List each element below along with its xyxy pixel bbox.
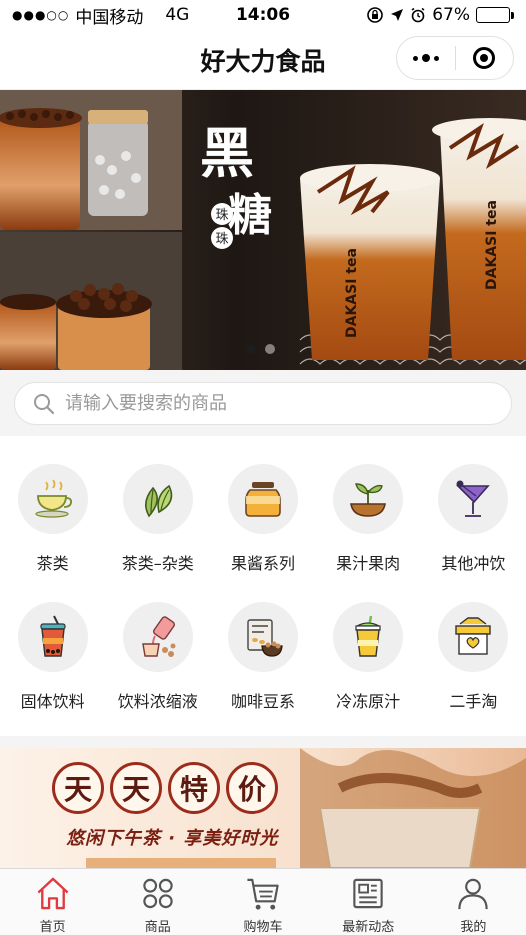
mini-program-capsule [396, 36, 514, 80]
banner-sub-char-1: 珠 [215, 208, 228, 223]
battery-percent: 67% [432, 5, 470, 25]
tab-products[interactable]: 商品 [105, 869, 210, 935]
syrup-pour-icon [141, 616, 176, 657]
signal-strength-icon: ●●●○○ [12, 8, 70, 22]
network-type: 4G [165, 5, 190, 25]
juice-cup-icon [355, 615, 381, 657]
category-second-hand[interactable]: 二手淘 [421, 602, 526, 712]
category-icon-circle [122, 464, 193, 534]
navigation-bar: 好大力食品 [0, 30, 526, 90]
category-coffee-beans[interactable]: 咖啡豆系 [210, 602, 315, 712]
alarm-icon [411, 7, 425, 23]
sprout-bowl-icon [350, 483, 387, 517]
boba-cup-icon [39, 615, 66, 657]
news-icon [353, 878, 383, 909]
battery-icon [476, 7, 514, 23]
category-label: 咖啡豆系 [230, 692, 295, 711]
carousel-dot[interactable] [265, 344, 275, 354]
more-dots-icon [412, 54, 439, 62]
category-frozen-juice[interactable]: 冷冻原汁 [316, 602, 421, 712]
category-icon-circle [333, 602, 404, 672]
banner-brand-text-2: DAKASI tea [484, 200, 500, 290]
category-label: 固体饮料 [20, 692, 85, 711]
category-juice-pulp[interactable]: 果汁果肉 [316, 464, 421, 574]
category-icon-circle [122, 602, 193, 672]
banner-sub-char-2: 珠 [215, 232, 228, 247]
category-label: 茶类 [36, 554, 69, 573]
banner-title-big-second: 糖 [228, 190, 272, 241]
promo-char-1: 天 [52, 762, 104, 814]
cart-icon [247, 878, 279, 910]
tab-cart[interactable]: 购物车 [210, 869, 315, 935]
page-title: 好大力食品 [200, 46, 326, 76]
category-label: 饮料浓缩液 [117, 692, 198, 711]
category-grid: 茶类 茶类–杂类 果酱系列 果汁果肉 其他冲饮 固体饮料 饮料浓缩液 咖啡豆系 … [0, 436, 526, 736]
banner-title-big: 黑 [200, 121, 254, 185]
category-label: 冷冻原汁 [336, 692, 401, 711]
promo-char-2: 天 [110, 762, 162, 814]
profile-icon [458, 878, 489, 910]
status-bar: ●●●○○ 中国移动 4G 14:06 67% [0, 0, 526, 30]
search-input[interactable] [65, 393, 465, 414]
category-icon-circle [333, 464, 404, 534]
category-label: 二手淘 [449, 692, 498, 711]
category-other-drinks[interactable]: 其他冲饮 [421, 464, 526, 574]
carousel-indicator [246, 344, 275, 354]
target-close-icon [473, 47, 496, 69]
category-jam[interactable]: 果酱系列 [210, 464, 315, 574]
category-icon-circle [227, 602, 298, 672]
category-icon-circle [438, 602, 509, 672]
category-concentrate[interactable]: 饮料浓缩液 [105, 602, 210, 712]
category-solid-drinks[interactable]: 固体饮料 [0, 602, 105, 712]
section-divider [0, 736, 526, 748]
more-menu-button[interactable] [397, 37, 455, 79]
tab-label: 商品 [144, 920, 171, 935]
category-icon-circle [227, 464, 298, 534]
rotation-lock-icon [367, 7, 384, 23]
tab-label: 首页 [39, 920, 66, 935]
tab-label: 购物车 [243, 920, 283, 935]
category-label: 果汁果肉 [336, 554, 401, 573]
carousel-dot-active[interactable] [246, 344, 256, 354]
promo-char-4: 价 [226, 762, 278, 814]
category-label: 茶类–杂类 [121, 554, 194, 573]
tea-cup-icon [34, 479, 72, 518]
category-label: 果酱系列 [230, 554, 295, 573]
grid-icon [143, 878, 173, 909]
tab-home[interactable]: 首页 [0, 869, 105, 935]
location-arrow-icon [391, 9, 404, 21]
carrier-name: 中国移动 [75, 7, 144, 28]
search-box[interactable] [14, 382, 512, 425]
cocktail-icon [456, 480, 491, 517]
banner-image: 黑 糖 珠 珠 DAKASI tea DAKASI tea [0, 90, 526, 370]
category-row-2: 固体饮料 饮料浓缩液 咖啡豆系 冷冻原汁 二手淘 [0, 602, 526, 712]
close-mini-program-button[interactable] [456, 37, 514, 79]
status-left: ●●●○○ 中国移动 4G [12, 3, 189, 28]
category-icon-circle [17, 602, 88, 672]
search-area [0, 370, 526, 436]
category-icon-circle [438, 464, 509, 534]
category-tea-misc[interactable]: 茶类–杂类 [105, 464, 210, 574]
promo-slogan: 悠闲下午茶 · 享美好时光 [66, 828, 279, 849]
status-right: 67% [366, 5, 514, 25]
category-label: 其他冲饮 [441, 554, 506, 573]
promo-char-3: 特 [168, 762, 220, 814]
tab-label: 最新动态 [342, 920, 395, 935]
search-icon [34, 393, 55, 414]
coffee-beans-icon [247, 619, 283, 657]
tab-profile[interactable]: 我的 [421, 869, 526, 935]
category-row-1: 茶类 茶类–杂类 果酱系列 果汁果肉 其他冲饮 [0, 464, 526, 574]
home-icon [37, 877, 68, 910]
tab-news[interactable]: 最新动态 [316, 869, 421, 935]
tea-leaves-icon [144, 484, 172, 518]
promo-banner[interactable]: 天 天 特 价 悠闲下午茶 · 享美好时光 [0, 748, 526, 868]
tab-label: 我的 [460, 920, 487, 935]
gift-box-icon [455, 617, 492, 655]
banner-carousel[interactable]: 黑 糖 珠 珠 DAKASI tea DAKASI tea [0, 90, 526, 370]
banner-brand-text: DAKASI tea [344, 248, 360, 338]
category-tea[interactable]: 茶类 [0, 464, 105, 574]
jam-jar-icon [245, 482, 281, 517]
bottom-tab-bar: 首页 商品 购物车 最新动态 我的 [0, 868, 526, 935]
category-icon-circle [17, 464, 88, 534]
